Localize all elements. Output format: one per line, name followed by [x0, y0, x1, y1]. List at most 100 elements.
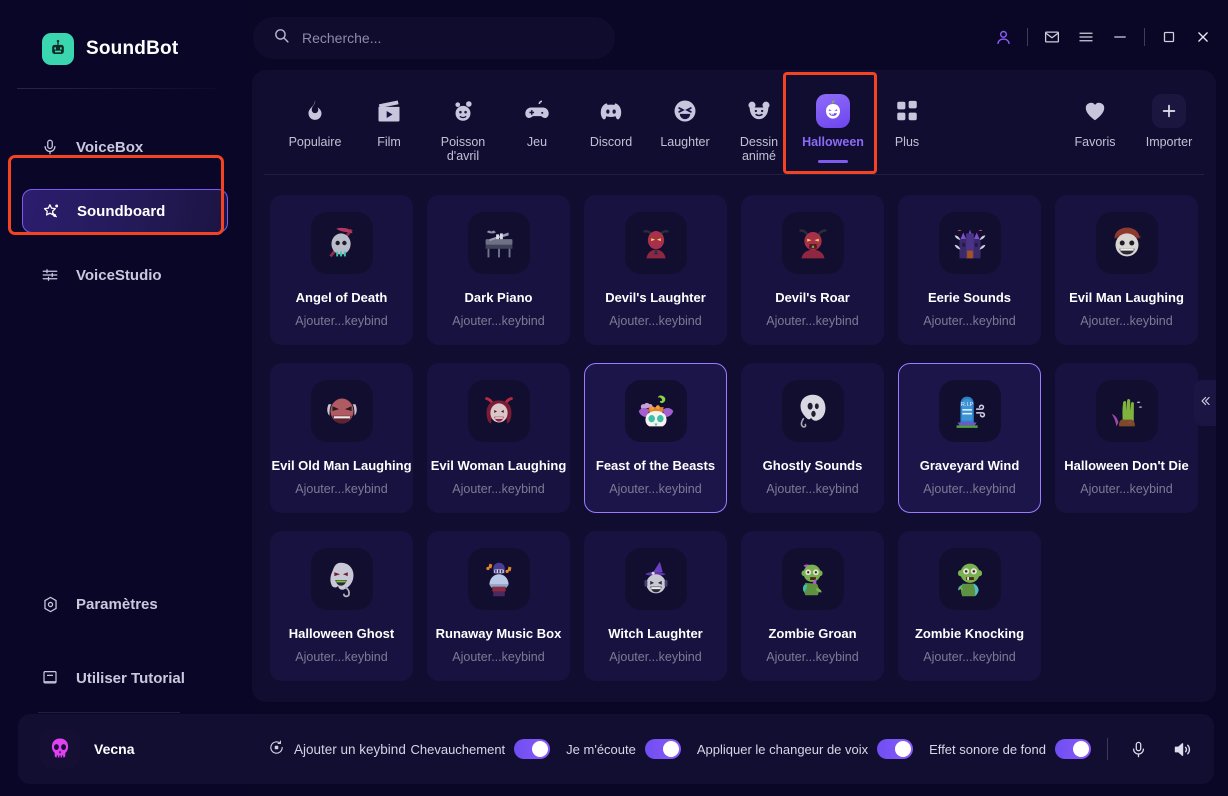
tab-importer[interactable]: Importer — [1132, 84, 1206, 149]
sound-card[interactable]: Zombie Groan Ajouter...keybind — [741, 531, 884, 681]
microphone-icon — [40, 137, 60, 157]
tab-plus[interactable]: Plus — [870, 84, 944, 149]
discord-icon — [597, 94, 625, 128]
main-panel: Populaire Film Poisson d'avril Jeu Disco… — [252, 70, 1216, 702]
tab-halloween[interactable]: Halloween — [796, 84, 870, 163]
tab-label: Discord — [589, 135, 633, 149]
grinning-man-icon — [1095, 212, 1158, 274]
microphone-icon[interactable] — [1124, 735, 1152, 763]
sound-card[interactable]: Evil Old Man Laughing Ajouter...keybind — [270, 363, 413, 513]
witch-icon — [624, 548, 687, 610]
toggle-switch[interactable] — [644, 739, 681, 759]
sound-title: Witch Laughter — [608, 626, 703, 641]
toggle-label: Effet sonore de fond — [929, 741, 1046, 757]
sidebar-item-soundboard[interactable]: Soundboard — [22, 189, 228, 233]
toggle-switch[interactable] — [514, 739, 551, 759]
sound-title: Evil Woman Laughing — [430, 458, 567, 473]
header: Recherche... — [250, 0, 1228, 76]
sound-card[interactable]: Halloween Don't Die Ajouter...keybind — [1055, 363, 1198, 513]
divider — [1144, 28, 1145, 46]
pumpkin-icon — [816, 94, 850, 128]
sound-card[interactable]: Dark Piano Ajouter...keybind — [427, 195, 570, 345]
sidebar-item-tutorial[interactable]: Utiliser Tutorial — [22, 656, 228, 700]
sidebar-divider — [17, 88, 215, 89]
sound-card[interactable]: Eerie Sounds Ajouter...keybind — [898, 195, 1041, 345]
skull-icon — [40, 729, 80, 769]
sound-keybind: Ajouter...keybind — [923, 650, 1016, 664]
sound-card[interactable]: Witch Laughter Ajouter...keybind — [584, 531, 727, 681]
menu-icon[interactable] — [1069, 20, 1103, 54]
sound-keybind: Ajouter...keybind — [766, 314, 859, 328]
sound-title: Ghostly Sounds — [762, 458, 863, 473]
chevron-double-left-icon — [1198, 394, 1212, 413]
app-title: SoundBot — [86, 38, 179, 59]
sound-card[interactable]: Angel of Death Ajouter...keybind — [270, 195, 413, 345]
sound-keybind: Ajouter...keybind — [766, 650, 859, 664]
devil-horns-icon — [624, 212, 687, 274]
svg-text:R.I.P: R.I.P — [960, 402, 973, 408]
sound-card[interactable]: Devil's Laughter Ajouter...keybind — [584, 195, 727, 345]
sidebar-item-voicestudio[interactable]: VoiceStudio — [22, 253, 228, 297]
tab-populaire[interactable]: Populaire — [278, 84, 352, 149]
search-input[interactable]: Recherche... — [253, 17, 615, 59]
sound-title: Devil's Laughter — [605, 290, 706, 305]
tab-label: Laughter — [660, 135, 710, 149]
sound-keybind: Ajouter...keybind — [452, 650, 545, 664]
tab-dessin-anime[interactable]: Dessin animé — [722, 84, 796, 163]
sound-title: Devil's Roar — [775, 290, 850, 305]
tab-label: Halloween — [802, 135, 864, 149]
maximize-icon[interactable] — [1152, 20, 1186, 54]
sidebar-item-label: Soundboard — [77, 202, 166, 220]
tab-jeu[interactable]: Jeu — [500, 84, 574, 149]
tab-film[interactable]: Film — [352, 84, 426, 149]
haunted-castle-icon — [938, 212, 1001, 274]
gamepad-icon — [522, 94, 552, 128]
sound-keybind: Ajouter...keybind — [295, 482, 388, 496]
toggle-knob — [1073, 741, 1089, 757]
sound-card[interactable]: Ghostly Sounds Ajouter...keybind — [741, 363, 884, 513]
tab-discord[interactable]: Discord — [574, 84, 648, 149]
sound-keybind: Ajouter...keybind — [609, 314, 702, 328]
sound-card[interactable]: Zombie Knocking Ajouter...keybind — [898, 531, 1041, 681]
sound-title: Halloween Ghost — [288, 626, 395, 641]
toggle-label: Je m'écoute — [566, 741, 636, 757]
add-keybind-button[interactable]: Ajouter un keybind — [268, 739, 406, 759]
sound-card-selected[interactable]: Feast of the Beasts Ajouter...keybind — [584, 363, 727, 513]
tab-label: Film — [377, 135, 401, 149]
mail-icon[interactable] — [1035, 20, 1069, 54]
toggle-switch[interactable] — [1055, 739, 1091, 759]
account-icon[interactable] — [986, 20, 1020, 54]
minimize-icon[interactable] — [1103, 20, 1137, 54]
sound-keybind: Ajouter...keybind — [295, 314, 388, 328]
sound-keybind: Ajouter...keybind — [452, 314, 545, 328]
sound-card-selected[interactable]: R.I.P Graveyard Wind Ajouter...keybind — [898, 363, 1041, 513]
sound-keybind: Ajouter...keybind — [766, 482, 859, 496]
tab-label: Importer — [1145, 135, 1193, 149]
collapse-panel-button[interactable] — [1194, 380, 1216, 426]
speaker-volume-icon[interactable] — [1168, 735, 1196, 763]
sound-card[interactable]: Devil's Roar Ajouter...keybind — [741, 195, 884, 345]
zombie-groan-icon — [781, 548, 844, 610]
add-keybind-label: Ajouter un keybind — [294, 741, 406, 757]
sound-card[interactable]: Halloween Ghost Ajouter...keybind — [270, 531, 413, 681]
tab-label: Plus — [894, 135, 920, 149]
sidebar-item-parametres[interactable]: Paramètres — [22, 582, 228, 626]
current-voice[interactable]: Vecna — [18, 729, 268, 769]
devil-roaring-icon — [781, 212, 844, 274]
sidebar-item-voicebox[interactable]: VoiceBox — [22, 125, 228, 169]
sound-card[interactable]: Runaway Music Box Ajouter...keybind — [427, 531, 570, 681]
skull-cauldron-icon — [624, 380, 687, 442]
brand: SoundBot — [0, 0, 250, 76]
sound-title: Halloween Don't Die — [1064, 458, 1189, 473]
sidebar-item-label: VoiceStudio — [76, 266, 162, 284]
close-icon[interactable] — [1186, 20, 1220, 54]
sound-card[interactable]: Evil Woman Laughing Ajouter...keybind — [427, 363, 570, 513]
tab-favoris[interactable]: Favoris — [1058, 84, 1132, 149]
zombie-knocking-icon — [938, 548, 1001, 610]
sound-keybind: Ajouter...keybind — [295, 650, 388, 664]
toggle-switch[interactable] — [877, 739, 914, 759]
tab-laughter[interactable]: Laughter — [648, 84, 722, 149]
sound-title: Runaway Music Box — [435, 626, 562, 641]
sound-card[interactable]: Evil Man Laughing Ajouter...keybind — [1055, 195, 1198, 345]
tab-poisson-davril[interactable]: Poisson d'avril — [426, 84, 500, 163]
